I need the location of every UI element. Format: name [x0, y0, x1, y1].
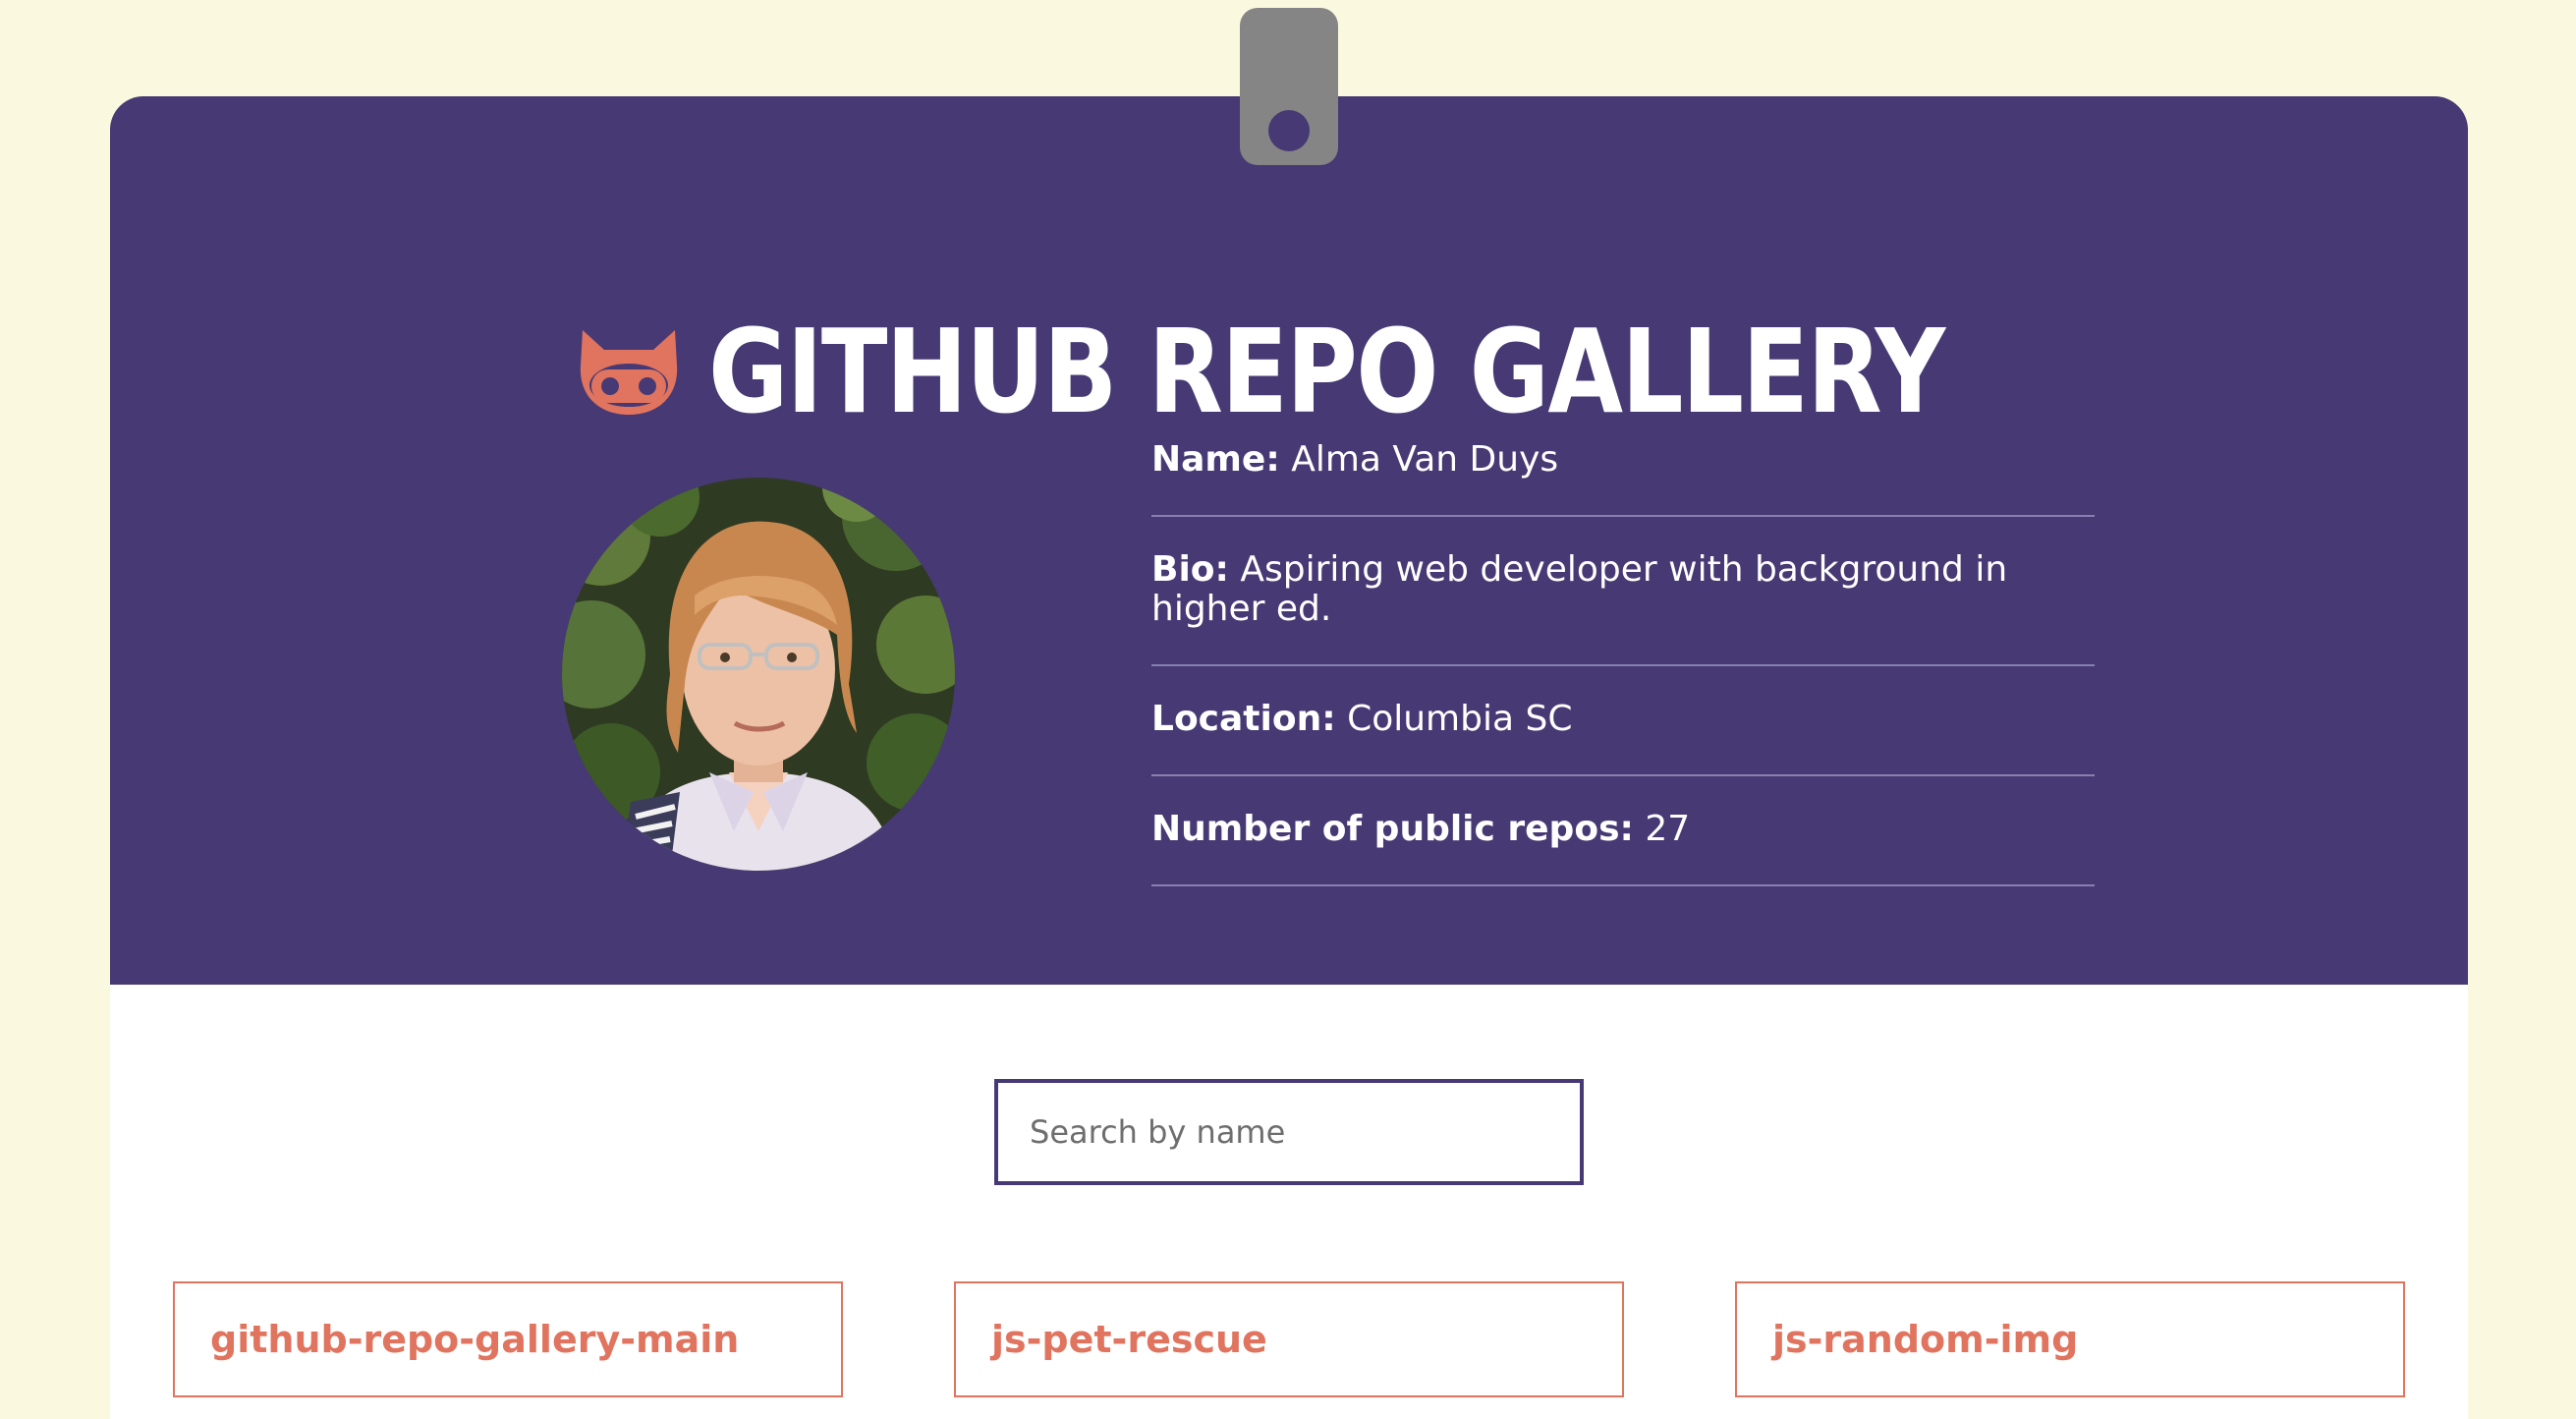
- location-label: Location:: [1151, 699, 1336, 739]
- clip-hole: [1268, 110, 1310, 151]
- profile-info: Name: Alma Van Duys Bio: Aspiring web de…: [1151, 440, 2095, 920]
- profile-header: GITHUB REPO GALLERY Name: Alma Van Duys …: [110, 96, 2468, 985]
- repos-label: Number of public repos:: [1151, 809, 1634, 849]
- profile-bio-row: Bio: Aspiring web developer with backgro…: [1151, 550, 2095, 666]
- repo-name[interactable]: js-random-img: [1772, 1318, 2078, 1361]
- profile-location-row: Location: Columbia SC: [1151, 700, 2095, 776]
- octocat-icon: [581, 330, 678, 415]
- repo-card[interactable]: js-pet-rescue: [954, 1281, 1624, 1397]
- title-row: GITHUB REPO GALLERY: [110, 293, 2468, 450]
- avatar-image: [562, 478, 955, 871]
- search-input[interactable]: [994, 1079, 1584, 1185]
- page-title: GITHUB REPO GALLERY: [708, 304, 1945, 439]
- bio-label: Bio:: [1151, 549, 1229, 590]
- location-value: Columbia SC: [1347, 699, 1573, 739]
- clipboard-clip: [1240, 8, 1338, 165]
- gallery-card: GITHUB REPO GALLERY Name: Alma Van Duys …: [110, 96, 2468, 1419]
- name-label: Name:: [1151, 439, 1280, 480]
- name-value: Alma Van Duys: [1291, 439, 1559, 480]
- profile-repos-row: Number of public repos: 27: [1151, 810, 2095, 886]
- repo-name[interactable]: github-repo-gallery-main: [210, 1318, 739, 1361]
- repos-count: 27: [1645, 809, 1691, 849]
- repo-card[interactable]: js-random-img: [1735, 1281, 2405, 1397]
- repo-card[interactable]: github-repo-gallery-main: [173, 1281, 843, 1397]
- repo-name[interactable]: js-pet-rescue: [991, 1318, 1267, 1361]
- profile-name-row: Name: Alma Van Duys: [1151, 440, 2095, 517]
- bio-value: Aspiring web developer with background i…: [1151, 549, 2008, 629]
- avatar: [562, 478, 955, 871]
